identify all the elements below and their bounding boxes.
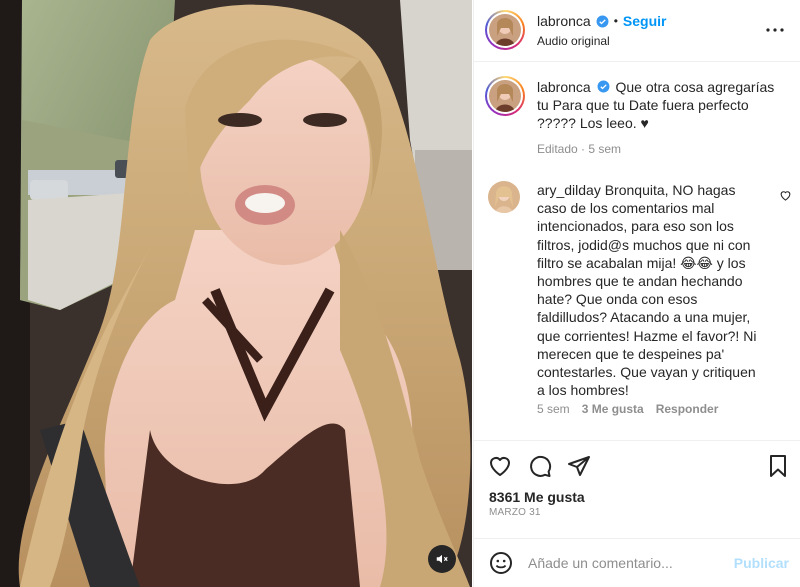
publish-button[interactable]: Publicar — [734, 555, 789, 571]
comment-input[interactable] — [528, 551, 728, 575]
mute-toggle-button[interactable] — [428, 545, 456, 573]
separator-dot: • — [613, 14, 618, 28]
comment-time[interactable]: 5 sem — [537, 402, 570, 416]
commenter-username[interactable]: ary_dilday — [537, 182, 601, 198]
follow-button[interactable]: Seguir — [623, 13, 667, 29]
caption-author-avatar[interactable] — [485, 76, 525, 116]
add-comment-bar: Publicar — [474, 538, 800, 587]
commenter-avatar[interactable] — [488, 181, 520, 213]
post-header: labronca • Seguir Audio original — [474, 0, 800, 62]
post-actions: 8361 Me gusta MARZO 31 — [474, 440, 800, 540]
comment-text: Bronquita, NO hagas caso de los comentar… — [537, 182, 757, 399]
video-frame — [0, 0, 472, 587]
post-media[interactable] — [0, 0, 472, 587]
paper-plane-icon[interactable] — [567, 454, 591, 478]
reply-button[interactable]: Responder — [656, 402, 719, 416]
comment-bubble-icon[interactable] — [528, 454, 552, 478]
heart-icon[interactable] — [488, 454, 512, 478]
caption-text-block: labronca Que otra cosa agregarías tu Par… — [537, 78, 787, 132]
speaker-muted-icon — [436, 554, 448, 564]
verified-badge-icon — [596, 15, 609, 27]
caption-username[interactable]: labronca — [537, 79, 591, 95]
bookmark-icon[interactable] — [766, 454, 790, 478]
avatar-image — [489, 80, 521, 112]
comment-likes-count[interactable]: 3 Me gusta — [582, 402, 644, 416]
verified-badge-icon — [597, 80, 610, 93]
comment-like-heart-icon[interactable] — [779, 189, 792, 202]
more-horizontal-icon[interactable] — [763, 18, 787, 42]
author-avatar[interactable] — [485, 10, 525, 50]
avatar-image — [489, 14, 521, 46]
smiley-icon[interactable] — [489, 551, 513, 575]
caption-edited-time: Editado · 5 sem — [537, 142, 622, 156]
post-likes-count[interactable]: 8361 Me gusta — [489, 489, 585, 505]
post-side-panel: labronca • Seguir Audio original labronc… — [473, 0, 800, 587]
comment-meta: 5 sem 3 Me gusta Responder — [537, 402, 718, 416]
post-date[interactable]: MARZO 31 — [489, 507, 541, 518]
audio-label[interactable]: Audio original — [537, 34, 610, 48]
avatar-image — [488, 181, 520, 213]
author-username[interactable]: labronca — [537, 13, 591, 29]
comment-text-block: ary_dilday Bronquita, NO hagas caso de l… — [537, 181, 762, 399]
